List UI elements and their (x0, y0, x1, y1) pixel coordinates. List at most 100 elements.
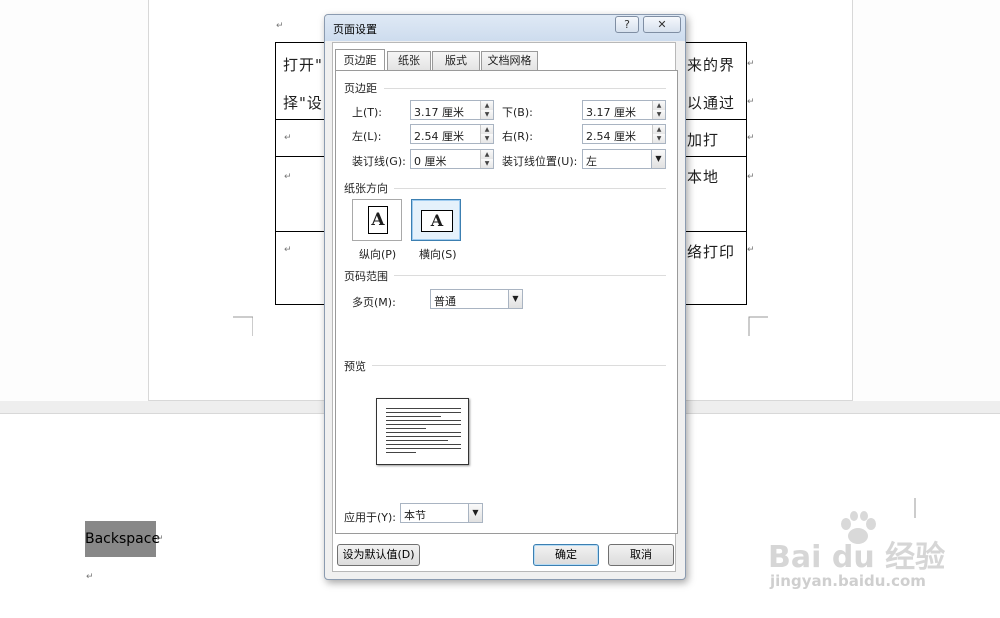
spinner-arrows: ▲ ▼ (652, 125, 665, 143)
table-cell-text: 以通过 (687, 94, 736, 112)
left-margin-label: 左(L): (352, 130, 382, 143)
spin-up-icon[interactable]: ▲ (653, 101, 665, 110)
paragraph-mark-icon: ↵ (747, 97, 755, 107)
preview-section-label: 预览 (344, 360, 366, 373)
tab-document-grid[interactable]: 文档网格 (481, 51, 538, 71)
dialog-title: 页面设置 (333, 23, 377, 36)
left-margin-spinner[interactable]: 2.54 厘米 ▲ ▼ (410, 124, 494, 144)
top-margin-label: 上(T): (352, 106, 383, 119)
spin-up-icon[interactable]: ▲ (653, 125, 665, 134)
tab-layout[interactable]: 版式 (432, 51, 480, 71)
portrait-button[interactable]: A (352, 199, 402, 241)
multiple-pages-label: 多页(M): (352, 296, 396, 309)
crop-mark-icon (748, 316, 768, 336)
table-cell-text: 择"设 (283, 94, 323, 112)
gutter-spinner[interactable]: 0 厘米 ▲ ▼ (410, 149, 494, 169)
gutter-label: 装订线(G): (352, 155, 406, 168)
preview-line (386, 412, 461, 413)
crop-mark-icon (233, 316, 253, 336)
preview-thumbnail (376, 398, 469, 465)
table-cell-text: 络打印 (687, 243, 736, 261)
pages-section-label: 页码范围 (344, 270, 388, 283)
gutter-position-value: 左 (586, 155, 597, 168)
top-margin-value: 3.17 厘米 (414, 106, 464, 119)
preview-line (386, 440, 448, 441)
paragraph-mark-icon: ↵ (284, 133, 292, 143)
tab-paper[interactable]: 纸张 (387, 51, 431, 71)
close-button[interactable]: ✕ (643, 16, 681, 33)
spinner-arrows: ▲ ▼ (480, 150, 493, 168)
preview-line (386, 420, 461, 421)
spin-down-icon[interactable]: ▼ (481, 110, 493, 119)
dropdown-arrow-icon[interactable]: ▼ (651, 150, 665, 168)
landscape-page-icon: A (421, 210, 453, 232)
paragraph-mark-icon: ↵ (284, 172, 292, 182)
table-cell-text: 打开" (283, 56, 323, 74)
section-divider (394, 188, 666, 189)
paragraph-mark-icon: ↵ (276, 21, 284, 31)
preview-line (386, 432, 461, 433)
gutter-position-select[interactable]: 左 ▼ (582, 149, 666, 169)
preview-line (386, 424, 461, 425)
help-button[interactable]: ? (615, 16, 639, 33)
section-divider (372, 365, 666, 366)
crop-mark-icon (64, 498, 84, 518)
section-divider (394, 275, 666, 276)
multiple-pages-value: 普通 (434, 295, 456, 308)
multiple-pages-select[interactable]: 普通 ▼ (430, 289, 523, 309)
paragraph-mark-icon: ↵ (86, 572, 94, 582)
section-divider (384, 88, 666, 89)
landscape-button[interactable]: A (411, 199, 461, 241)
spinner-arrows: ▲ ▼ (652, 101, 665, 119)
preview-line (386, 444, 461, 445)
ok-button[interactable]: 确定 (533, 544, 599, 566)
preview-line (386, 416, 441, 417)
table-cell-text: 加打 (687, 131, 720, 149)
spin-down-icon[interactable]: ▼ (481, 159, 493, 168)
orientation-section-label: 纸张方向 (344, 182, 388, 195)
table-cell-text: 来的界 (687, 56, 736, 74)
top-margin-spinner[interactable]: 3.17 厘米 ▲ ▼ (410, 100, 494, 120)
selected-text[interactable]: Backspace (85, 521, 160, 557)
watermark-url: jingyan.baidu.com (770, 572, 926, 590)
paragraph-mark-icon: ↵ (747, 133, 755, 143)
bottom-margin-spinner[interactable]: 3.17 厘米 ▲ ▼ (582, 100, 666, 120)
spin-down-icon[interactable]: ▼ (653, 110, 665, 119)
preview-line (386, 452, 416, 453)
spin-down-icon[interactable]: ▼ (653, 134, 665, 143)
crop-mark-icon (914, 498, 916, 518)
preview-line (386, 436, 461, 437)
watermark-brand: Bai du 经验 (768, 540, 946, 575)
dropdown-arrow-icon[interactable]: ▼ (468, 504, 482, 522)
bottom-margin-value: 3.17 厘米 (586, 106, 636, 119)
right-margin-value: 2.54 厘米 (586, 130, 636, 143)
landscape-label: 横向(S) (419, 248, 457, 261)
set-default-button[interactable]: 设为默认值(D) (337, 544, 420, 566)
cancel-button[interactable]: 取消 (608, 544, 674, 566)
dropdown-arrow-icon[interactable]: ▼ (508, 290, 522, 308)
apply-to-select[interactable]: 本节 ▼ (400, 503, 483, 523)
spinner-arrows: ▲ ▼ (480, 101, 493, 119)
bottom-margin-label: 下(B): (502, 106, 533, 119)
spin-down-icon[interactable]: ▼ (481, 134, 493, 143)
right-margin-label: 右(R): (502, 130, 533, 143)
spin-up-icon[interactable]: ▲ (481, 101, 493, 110)
spin-up-icon[interactable]: ▲ (481, 150, 493, 159)
portrait-label: 纵向(P) (359, 248, 397, 261)
right-margin-spinner[interactable]: 2.54 厘米 ▲ ▼ (582, 124, 666, 144)
left-margin-value: 2.54 厘米 (414, 130, 464, 143)
portrait-page-icon: A (368, 206, 388, 234)
margins-section-label: 页边距 (344, 82, 377, 95)
paragraph-mark-icon: ↵ (747, 172, 755, 182)
preview-line (386, 408, 461, 409)
tab-margins[interactable]: 页边距 (335, 49, 385, 72)
spinner-arrows: ▲ ▼ (480, 125, 493, 143)
preview-line (386, 448, 461, 449)
table-cell-text: 本地 (687, 168, 720, 186)
dialog-title-bar[interactable]: 页面设置 ? ✕ (325, 15, 685, 41)
gutter-position-label: 装订线位置(U): (502, 155, 578, 168)
preview-line (386, 428, 426, 429)
spin-up-icon[interactable]: ▲ (481, 125, 493, 134)
paragraph-mark-icon: ↵ (284, 245, 292, 255)
paragraph-mark-icon: ↵ (747, 245, 755, 255)
